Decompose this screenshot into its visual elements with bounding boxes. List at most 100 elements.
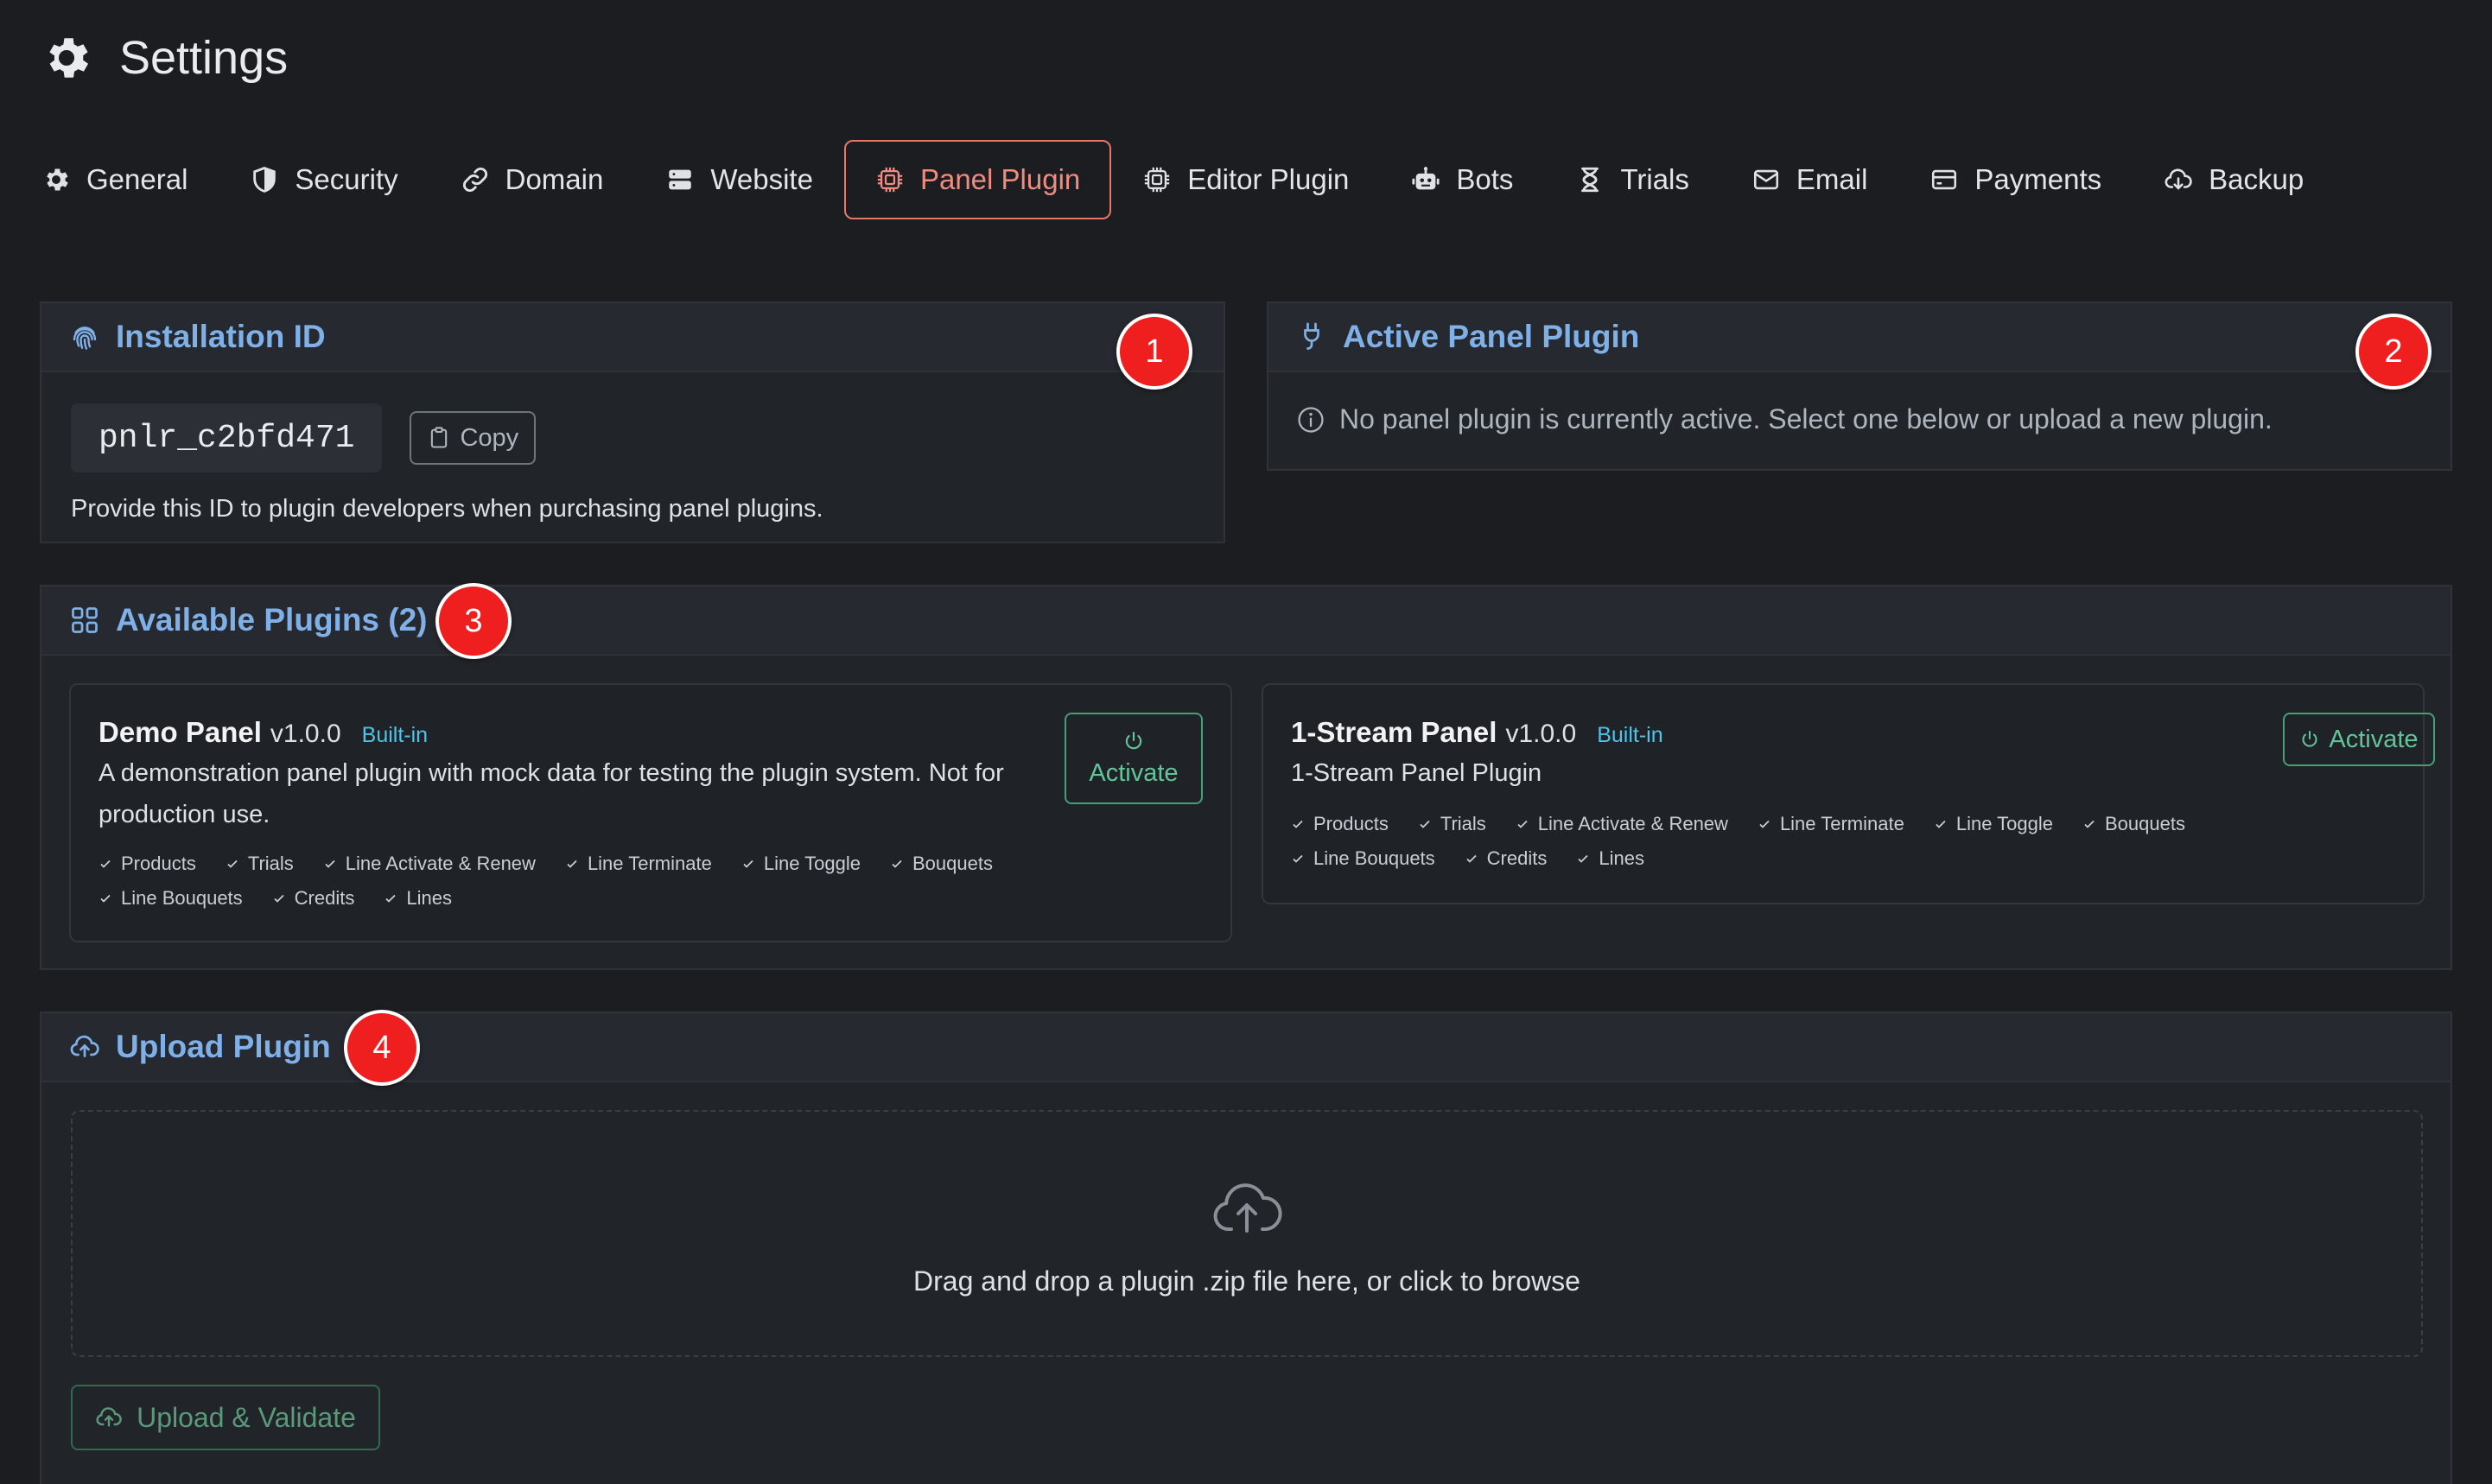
power-icon <box>2302 731 2317 747</box>
power-icon <box>1125 731 1142 749</box>
feature-item: Products <box>1291 813 1389 835</box>
check-icon <box>743 859 753 868</box>
card-title: Installation ID <box>116 319 326 354</box>
info-icon <box>1298 406 1324 433</box>
check-icon <box>1466 854 1477 863</box>
tab-label: Email <box>1796 163 1868 195</box>
tab-bots[interactable]: Bots <box>1380 140 1544 219</box>
copy-button[interactable]: Copy <box>410 411 537 465</box>
active-panel-plugin-card: Active Panel Plugin No panel plugin is c… <box>1267 301 2452 471</box>
card-title: Active Panel Plugin <box>1343 319 1640 354</box>
check-icon <box>1420 820 1430 828</box>
plugin-card-demo-panel: Demo Panel v1.0.0 Built-in A demonstrati… <box>69 683 1232 942</box>
annotation-badge-3: 3 <box>435 583 512 659</box>
feature-item: Trials <box>1418 813 1486 835</box>
installation-id-row: pnlr_c2bfd471 Copy <box>71 403 537 472</box>
plugin-version: v1.0.0 <box>1505 720 1577 748</box>
settings-tabs: General Security Domain Website Panel Pl… <box>40 140 2335 219</box>
check-icon <box>100 859 111 868</box>
cpu-icon <box>877 167 903 193</box>
clipboard-icon <box>431 427 448 448</box>
card-header: Active Panel Plugin <box>1268 303 2451 372</box>
fingerprint-icon <box>73 327 97 350</box>
page-title: Settings <box>119 32 289 84</box>
tab-backup[interactable]: Backup <box>2133 140 2335 219</box>
tab-label: Backup <box>2209 163 2304 195</box>
card-title: Available Plugins (2) <box>116 602 428 637</box>
envelope-icon <box>1753 169 1778 190</box>
robot-icon <box>1412 167 1440 190</box>
check-icon <box>385 894 396 903</box>
feature-item: Line Toggle <box>741 853 861 875</box>
hourglass-icon <box>1581 167 1599 193</box>
tab-panel-plugin[interactable]: Panel Plugin <box>843 140 1112 219</box>
check-icon <box>1293 820 1303 828</box>
activate-button[interactable]: Activate <box>1065 713 1203 804</box>
tab-label: Payments <box>1974 163 2102 195</box>
cpu-icon <box>1145 167 1170 193</box>
activate-button-label: Activate <box>2329 725 2419 753</box>
card-header: Available Plugins (2) <box>41 587 2451 656</box>
plugin-card-1-stream-panel: 1-Stream Panel v1.0.0 Built-in 1-Stream … <box>1262 683 2435 904</box>
feature-item: Lines <box>384 887 452 910</box>
tab-general[interactable]: General <box>10 140 219 219</box>
tab-editor-plugin[interactable]: Editor Plugin <box>1111 140 1380 219</box>
plug-icon <box>1304 322 1319 350</box>
grid-icon <box>72 607 98 633</box>
feature-item: Line Bouquets <box>99 887 243 910</box>
plugin-version: v1.0.0 <box>270 720 341 748</box>
plugin-description: 1-Stream Panel Plugin <box>1291 759 1542 787</box>
feature-item: Lines <box>1576 847 1644 870</box>
feature-item: Line Terminate <box>1758 813 1904 835</box>
tab-security[interactable]: Security <box>219 140 429 219</box>
tab-label: General <box>86 163 188 195</box>
installation-id-help: Provide this ID to plugin developers whe… <box>71 495 823 523</box>
credit-card-icon <box>1932 169 1957 190</box>
link-icon <box>462 168 487 192</box>
cloud-upload-icon <box>96 1407 122 1427</box>
check-icon <box>1759 820 1770 828</box>
plugin-features: Products Trials Line Activate & Renew Li… <box>99 853 1075 910</box>
dropzone-text: Drag and drop a plugin .zip file here, o… <box>913 1265 1580 1297</box>
page-header: Settings <box>40 28 288 88</box>
check-icon <box>1517 820 1528 828</box>
check-icon <box>227 859 238 868</box>
feature-item: Line Activate & Renew <box>1516 813 1728 835</box>
tab-email[interactable]: Email <box>1720 140 1899 219</box>
server-icon <box>669 169 692 190</box>
annotation-badge-4: 4 <box>344 1010 420 1086</box>
annotation-badge-1: 1 <box>1116 314 1192 390</box>
plugin-tag: Built-in <box>361 723 429 747</box>
check-icon <box>1293 854 1303 863</box>
upload-plugin-card: Upload Plugin 4 Drag and drop a plugin .… <box>40 1010 2452 1484</box>
cloud-upload-icon <box>1213 1183 1282 1233</box>
check-icon <box>1578 854 1588 863</box>
feature-item: Line Bouquets <box>1291 847 1435 870</box>
card-header: Installation ID <box>41 303 1224 372</box>
check-icon <box>100 894 111 903</box>
check-icon <box>892 859 902 868</box>
shield-icon <box>253 167 277 193</box>
check-icon <box>2084 820 2095 828</box>
plugin-tag: Built-in <box>1597 723 1663 747</box>
tab-website[interactable]: Website <box>634 140 844 219</box>
copy-button-label: Copy <box>460 423 519 452</box>
tab-payments[interactable]: Payments <box>1898 140 2133 219</box>
active-panel-message: No panel plugin is currently active. Sel… <box>1296 403 2273 435</box>
check-icon <box>1936 820 1946 828</box>
check-icon <box>325 859 335 868</box>
tab-label: Panel Plugin <box>919 163 1081 195</box>
gear-icon <box>49 38 89 78</box>
activate-button[interactable]: Activate <box>2283 713 2435 766</box>
tab-trials[interactable]: Trials <box>1544 140 1720 219</box>
activate-button-label: Activate <box>1089 758 1179 787</box>
upload-validate-button[interactable]: Upload & Validate <box>71 1385 380 1450</box>
feature-item: Products <box>99 853 196 875</box>
upload-validate-label: Upload & Validate <box>137 1401 356 1433</box>
feature-item: Line Toggle <box>1934 813 2053 835</box>
gear-icon <box>47 168 68 191</box>
plugin-name: 1-Stream Panel <box>1291 716 1497 748</box>
feature-item: Bouquets <box>2082 813 2185 835</box>
tab-domain[interactable]: Domain <box>429 140 635 219</box>
plugin-dropzone[interactable]: Drag and drop a plugin .zip file here, o… <box>71 1110 2423 1357</box>
